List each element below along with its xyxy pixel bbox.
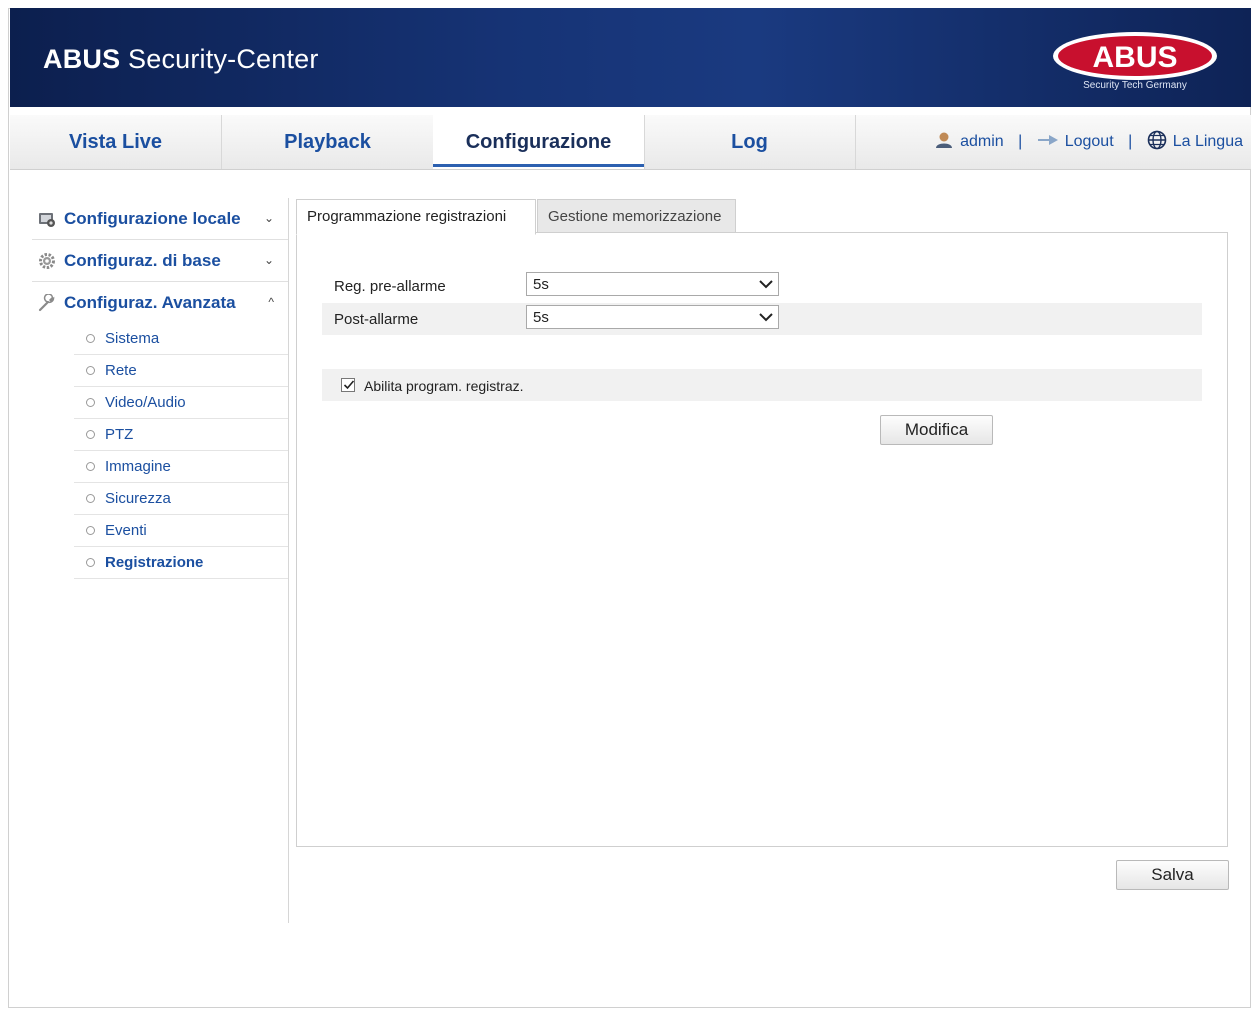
sidebar-item-video-audio[interactable]: Video/Audio [74, 387, 288, 419]
enable-schedule-checkbox[interactable] [341, 378, 355, 392]
chevron-down-icon: ⌄ [263, 211, 274, 225]
sidebar-group-label: Configurazione locale [64, 209, 241, 228]
logout-link[interactable]: Logout [1037, 115, 1114, 169]
post-alarm-row: Post-allarme 5s [322, 303, 1202, 335]
bullet-icon [86, 462, 95, 471]
settings-panel: Reg. pre-allarme 5s Post-allarme 5s Abil… [296, 232, 1228, 847]
wrench-icon [38, 294, 55, 312]
tab-programmazione-registrazioni[interactable]: Programmazione registrazioni [296, 199, 536, 235]
sidebar: Configurazione locale ⌄ Configuraz. di b… [32, 198, 289, 923]
sidebar-item-immagine[interactable]: Immagine [74, 451, 288, 483]
modify-button[interactable]: Modifica [880, 415, 993, 445]
pre-alarm-value: 5s [533, 276, 549, 293]
sidebar-group-configuraz-avanzata[interactable]: Configuraz. Avanzata ^ [32, 282, 288, 323]
svg-text:ABUS: ABUS [1092, 41, 1177, 74]
sidebar-item-label: Sicurezza [105, 490, 171, 507]
separator: | [1018, 133, 1023, 151]
bullet-icon [86, 430, 95, 439]
sidebar-item-label: Rete [105, 362, 137, 379]
language-label: La Lingua [1172, 133, 1243, 150]
abus-logo: ABUS Security Tech Germany [1053, 32, 1217, 90]
save-button[interactable]: Salva [1116, 860, 1229, 890]
main-nav: Vista Live Playback Configurazione Log a… [10, 115, 1251, 170]
user-icon [936, 132, 953, 149]
local-config-icon [39, 213, 55, 227]
bullet-icon [86, 366, 95, 375]
user-link[interactable]: admin [934, 115, 1004, 169]
checkmark-icon [343, 380, 355, 390]
sidebar-item-registrazione[interactable]: Registrazione [74, 547, 288, 579]
globe-icon [1147, 130, 1167, 150]
sidebar-group-label: Configuraz. di base [64, 251, 221, 270]
sidebar-item-rete[interactable]: Rete [74, 355, 288, 387]
nav-tab-configurazione[interactable]: Configurazione [433, 115, 645, 169]
logout-label: Logout [1064, 133, 1114, 150]
post-alarm-value: 5s [533, 309, 549, 326]
chevron-down-icon: ⌄ [263, 253, 274, 267]
sidebar-item-ptz[interactable]: PTZ [74, 419, 288, 451]
post-alarm-label: Post-allarme [334, 311, 419, 328]
sidebar-group-configuraz-di-base[interactable]: Configuraz. di base ⌄ [32, 240, 288, 282]
chevron-down-icon [759, 313, 773, 322]
sidebar-item-label: Sistema [105, 330, 160, 347]
sidebar-item-label: PTZ [105, 426, 134, 443]
bullet-icon [86, 526, 95, 535]
sidebar-item-sicurezza[interactable]: Sicurezza [74, 483, 288, 515]
pre-alarm-row: Reg. pre-allarme 5s [322, 270, 1202, 302]
bullet-icon [86, 494, 95, 503]
sidebar-group-configurazione-locale[interactable]: Configurazione locale ⌄ [32, 198, 288, 240]
separator: | [1128, 133, 1133, 151]
sidebar-item-eventi[interactable]: Eventi [74, 515, 288, 547]
sidebar-item-label: Video/Audio [105, 394, 186, 411]
chevron-up-icon: ^ [268, 295, 274, 309]
chevron-down-icon [759, 280, 773, 289]
logout-icon [1037, 135, 1058, 146]
sidebar-group-label: Configuraz. Avanzata [64, 293, 236, 312]
sidebar-divider [288, 198, 289, 923]
pre-alarm-label: Reg. pre-allarme [334, 278, 446, 295]
tab-gestione-memorizzazione[interactable]: Gestione memorizzazione [537, 199, 736, 235]
nav-tab-vista-live[interactable]: Vista Live [10, 115, 222, 169]
language-link[interactable]: La Lingua [1147, 115, 1243, 169]
sidebar-item-sistema[interactable]: Sistema [74, 323, 288, 355]
user-name: admin [960, 133, 1004, 150]
sidebar-submenu: Sistema Rete Video/Audio PTZ Immagine Si… [74, 323, 288, 579]
svg-text:Security Tech Germany: Security Tech Germany [1083, 80, 1187, 90]
gear-icon [39, 253, 55, 269]
sidebar-item-label: Immagine [105, 458, 171, 475]
sidebar-item-label: Registrazione [105, 554, 204, 571]
sidebar-item-label: Eventi [105, 522, 147, 539]
enable-schedule-label: Abilita program. registraz. [364, 378, 524, 394]
bullet-icon [86, 398, 95, 407]
app-header: ABUS Security-Center ABUS Security Tech … [10, 8, 1251, 107]
user-bar: admin | Logout | La Lingua [934, 115, 1243, 169]
enable-schedule-row: Abilita program. registraz. [322, 369, 1202, 401]
app-title: ABUS Security-Center [43, 44, 319, 74]
nav-tab-log[interactable]: Log [644, 115, 856, 169]
nav-tab-playback[interactable]: Playback [222, 115, 434, 169]
bullet-icon [86, 558, 95, 567]
bullet-icon [86, 334, 95, 343]
pre-alarm-select[interactable]: 5s [526, 272, 779, 296]
post-alarm-select[interactable]: 5s [526, 305, 779, 329]
